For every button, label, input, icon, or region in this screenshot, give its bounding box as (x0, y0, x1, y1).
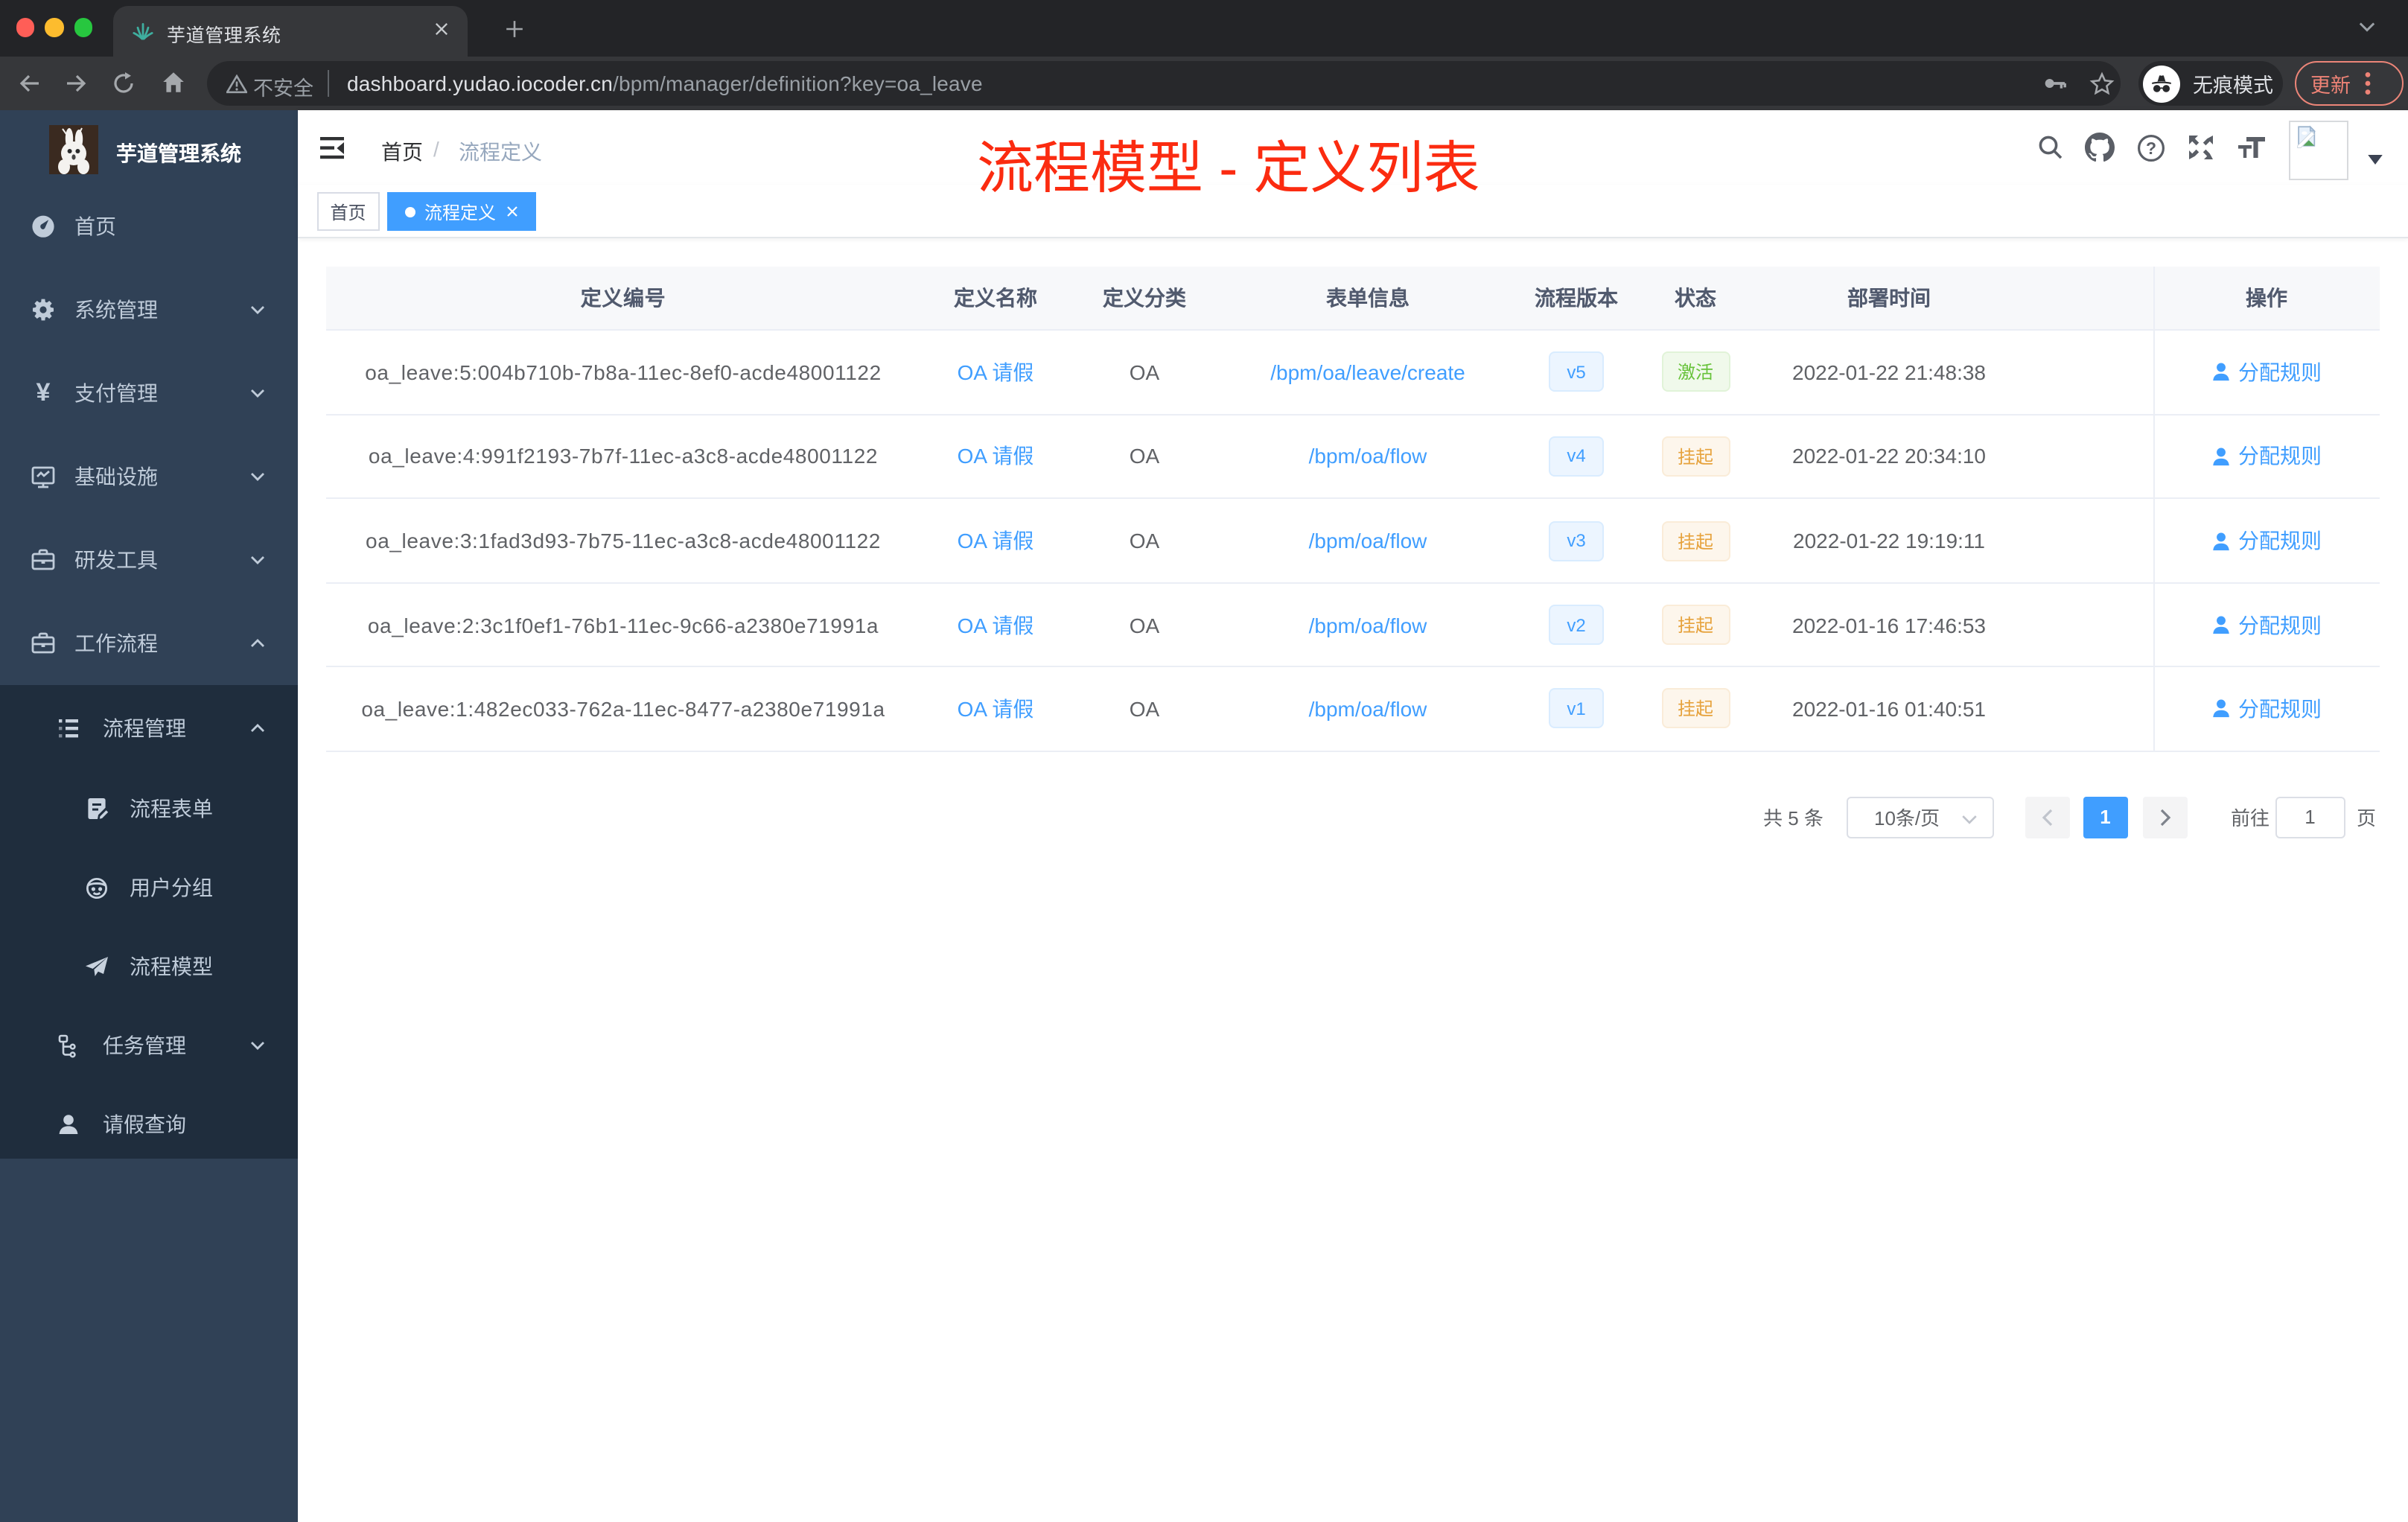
svg-text:?: ? (2146, 138, 2156, 158)
